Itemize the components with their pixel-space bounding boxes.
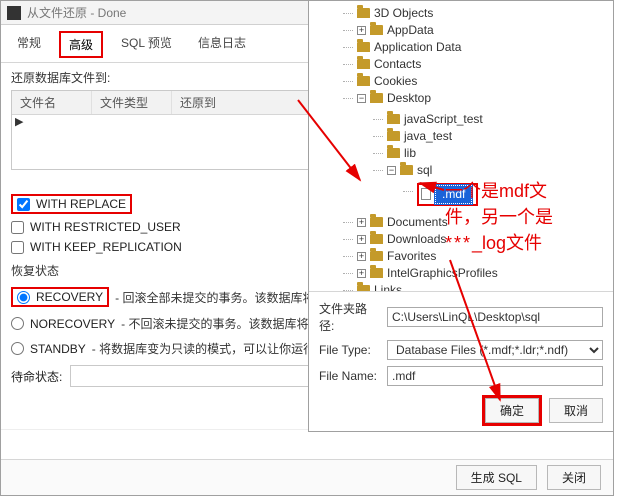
- ok-button[interactable]: 确定: [485, 398, 539, 423]
- radio-standby-label: STANDBY: [30, 342, 86, 356]
- folder-icon: [357, 42, 370, 52]
- expand-icon[interactable]: +: [357, 218, 366, 227]
- tree-label: 3D Objects: [374, 6, 433, 20]
- window-title: 从文件还原 - Done: [27, 4, 126, 21]
- folder-path-input[interactable]: [387, 307, 603, 327]
- file-browser-window: 3D Objects + AppData Application Data Con…: [308, 0, 614, 432]
- folder-icon: [357, 285, 370, 292]
- collapse-icon[interactable]: −: [387, 166, 396, 175]
- tree-label: Desktop: [387, 91, 431, 105]
- tree-item-sql[interactable]: − sql .mdf: [373, 162, 613, 210]
- tree-item-lib[interactable]: lib: [373, 145, 613, 162]
- standby-state-label: 待命状态:: [11, 368, 62, 385]
- check-with-replace-label: WITH REPLACE: [36, 197, 126, 211]
- grid-row-marker: ▶: [15, 115, 23, 128]
- tree-item-3dobjects[interactable]: 3D Objects: [343, 5, 613, 22]
- tree-item-appdata[interactable]: + AppData: [343, 22, 613, 39]
- tree-item-intel[interactable]: + IntelGraphicsProfiles: [343, 265, 613, 282]
- folder-path-label: 文件夹路径:: [319, 300, 379, 334]
- check-restricted-user[interactable]: [11, 221, 24, 234]
- check-restricted-label: WITH RESTRICTED_USER: [30, 220, 181, 234]
- folder-tree[interactable]: 3D Objects + AppData Application Data Con…: [309, 1, 613, 292]
- folder-icon: [387, 114, 400, 124]
- file-name-label: File Name:: [319, 369, 379, 383]
- expand-icon[interactable]: +: [357, 235, 366, 244]
- tree-label: IntelGraphicsProfiles: [387, 266, 498, 280]
- tab-advanced[interactable]: 高级: [59, 31, 103, 58]
- cancel-button[interactable]: 取消: [549, 398, 603, 423]
- selected-file-label: .mdf: [435, 185, 472, 204]
- radio-recovery[interactable]: [17, 291, 30, 304]
- tree-item-contacts[interactable]: Contacts: [343, 56, 613, 73]
- folder-icon: [357, 76, 370, 86]
- folder-icon: [387, 148, 400, 158]
- col-filename[interactable]: 文件名: [12, 91, 92, 114]
- tree-label: AppData: [387, 23, 434, 37]
- tab-info-log[interactable]: 信息日志: [190, 31, 254, 58]
- file-type-label: File Type:: [319, 343, 379, 357]
- tree-item-application-data[interactable]: Application Data: [343, 39, 613, 56]
- tree-item-links[interactable]: Links: [343, 282, 613, 292]
- tree-item-js-test[interactable]: javaScript_test: [373, 111, 613, 128]
- folder-icon: [387, 131, 400, 141]
- tree-label: Documents: [387, 215, 448, 229]
- file-buttons-row: 确定 取消: [309, 394, 613, 431]
- tree-item-desktop[interactable]: − Desktop javaScript_test java_test lib −…: [343, 90, 613, 214]
- check-keep-replication-label: WITH KEEP_REPLICATION: [30, 240, 182, 254]
- tree-item-downloads[interactable]: + Downloads: [343, 231, 613, 248]
- tree-label: Downloads: [387, 232, 446, 246]
- tree-label: Cookies: [374, 74, 417, 88]
- folder-icon: [370, 93, 383, 103]
- tree-label: javaScript_test: [404, 112, 483, 126]
- folder-icon: [357, 8, 370, 18]
- tree-label: lib: [404, 146, 416, 160]
- tree-label: Favorites: [387, 249, 436, 263]
- tree-label: sql: [417, 163, 432, 177]
- app-icon: [7, 6, 21, 20]
- tab-general[interactable]: 常规: [9, 31, 49, 58]
- check-keep-replication[interactable]: [11, 241, 24, 254]
- collapse-icon[interactable]: −: [357, 94, 366, 103]
- file-name-input[interactable]: [387, 366, 603, 386]
- radio-norecovery[interactable]: [11, 317, 24, 330]
- radio-recovery-label: RECOVERY: [36, 290, 103, 304]
- footer-primary: 生成 SQL 关闭: [1, 459, 613, 495]
- tree-item-documents[interactable]: + Documents: [343, 214, 613, 231]
- folder-icon: [370, 268, 383, 278]
- tree-item-favorites[interactable]: + Favorites: [343, 248, 613, 265]
- expand-icon[interactable]: +: [357, 252, 366, 261]
- check-with-replace[interactable]: [17, 198, 30, 211]
- tree-item-selected-file[interactable]: .mdf: [403, 183, 613, 206]
- folder-icon: [370, 251, 383, 261]
- close-button[interactable]: 关闭: [547, 465, 601, 490]
- footer-secondary: x x: [1, 429, 613, 459]
- tab-sql-preview[interactable]: SQL 预览: [113, 31, 180, 58]
- tree-label: Application Data: [374, 40, 461, 54]
- folder-icon: [357, 59, 370, 69]
- radio-standby[interactable]: [11, 342, 24, 355]
- tree-label: Links: [374, 283, 402, 292]
- file-icon: [421, 188, 431, 200]
- file-type-select[interactable]: Database Files (*.mdf;*.ldr;*.ndf): [387, 340, 603, 360]
- file-form: 文件夹路径: File Type: Database Files (*.mdf;…: [309, 292, 613, 394]
- tree-label: java_test: [404, 129, 452, 143]
- tree-label: Contacts: [374, 57, 421, 71]
- col-filetype[interactable]: 文件类型: [92, 91, 172, 114]
- expand-icon[interactable]: +: [357, 26, 366, 35]
- expand-icon[interactable]: +: [357, 269, 366, 278]
- folder-icon: [370, 25, 383, 35]
- tree-item-cookies[interactable]: Cookies: [343, 73, 613, 90]
- folder-icon: [370, 234, 383, 244]
- tree-item-java-test[interactable]: java_test: [373, 128, 613, 145]
- folder-icon: [370, 217, 383, 227]
- folder-icon: [400, 165, 413, 175]
- generate-sql-button[interactable]: 生成 SQL: [456, 465, 537, 490]
- radio-norecovery-label: NORECOVERY: [30, 317, 115, 331]
